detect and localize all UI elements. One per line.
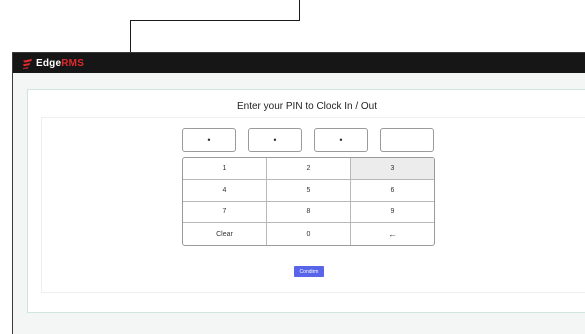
logo-edge-text: Edge: [36, 57, 62, 69]
key-0[interactable]: 0: [267, 223, 351, 245]
key-1[interactable]: 1: [183, 158, 267, 180]
app-logo-text[interactable]: EdgeRMS: [36, 58, 84, 69]
key-5[interactable]: 5: [267, 179, 351, 202]
key-6[interactable]: 6: [351, 180, 434, 202]
pin-digit-2[interactable]: •: [248, 128, 302, 152]
pin-digit-3[interactable]: •: [314, 128, 368, 152]
logo-rms-text: RMS: [61, 57, 85, 69]
key-2[interactable]: 2: [267, 158, 351, 180]
keypad: 1 2 3 4 5 6 7 8 9 Clear 0 ←: [182, 157, 435, 246]
key-7[interactable]: 7: [183, 201, 267, 224]
key-4[interactable]: 4: [183, 179, 267, 202]
top-bar: EdgeRMS: [13, 53, 585, 73]
key-9[interactable]: 9: [351, 202, 434, 224]
page-title: Enter your PIN to Clock In / Out: [236, 101, 378, 112]
key-8[interactable]: 8: [267, 201, 351, 224]
key-3[interactable]: 3: [351, 158, 434, 180]
edgerms-logo-icon: [22, 58, 33, 69]
confirm-button[interactable]: Condirm: [294, 266, 324, 277]
callout-line-horizontal: [130, 20, 300, 21]
backspace-icon: ←: [388, 229, 397, 240]
backspace-key[interactable]: ←: [351, 223, 434, 245]
pin-digit-4[interactable]: [380, 128, 434, 152]
callout-line-top: [299, 0, 300, 21]
key-clear[interactable]: Clear: [183, 223, 267, 245]
pin-digit-1[interactable]: •: [182, 128, 236, 152]
